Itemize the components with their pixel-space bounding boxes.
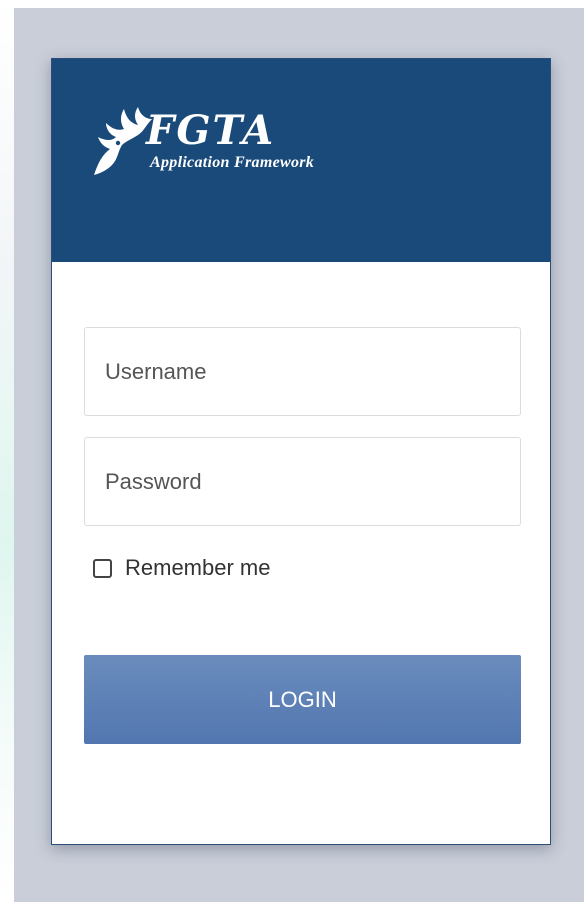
username-field: [84, 327, 521, 416]
remember-me-checkbox[interactable]: [93, 558, 112, 578]
login-card: FGTA Application Framework Remember me L…: [51, 58, 551, 845]
login-button[interactable]: LOGIN: [84, 655, 521, 744]
card-header: FGTA Application Framework: [52, 59, 550, 262]
password-field: [84, 437, 521, 526]
dragon-logo-icon: [94, 107, 152, 175]
login-form: Remember me: [84, 327, 521, 584]
username-input[interactable]: [85, 328, 520, 415]
left-edge-strip: [0, 0, 14, 902]
remember-me-row[interactable]: Remember me: [84, 552, 521, 584]
password-input[interactable]: [85, 438, 520, 525]
logo-title: FGTA: [146, 107, 276, 154]
logo-subtitle: Application Framework: [150, 154, 315, 171]
app-logo: FGTA Application Framework: [88, 105, 408, 185]
remember-me-label: Remember me: [125, 555, 271, 580]
